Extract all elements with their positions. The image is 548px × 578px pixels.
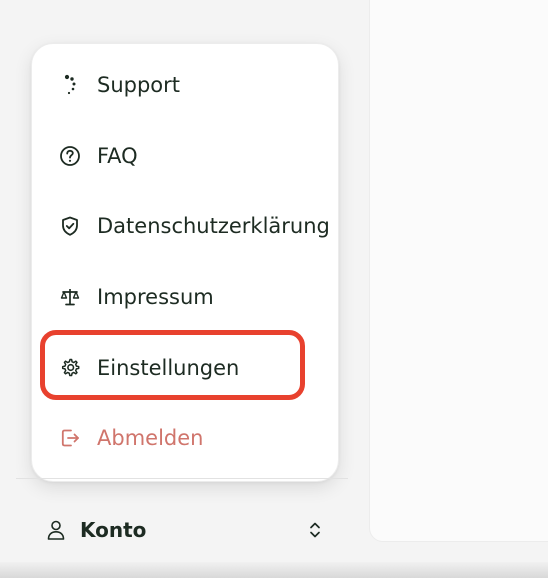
menu-item-faq[interactable]: FAQ xyxy=(58,141,138,171)
page: Support FAQ Datenschutzerklärung Impress… xyxy=(0,0,548,578)
window-bottom-edge xyxy=(0,562,548,578)
scales-icon xyxy=(58,285,82,309)
chevron-up-down-icon xyxy=(308,520,322,540)
account-menu-toggle[interactable]: Konto xyxy=(46,514,322,546)
account-label: Konto xyxy=(80,518,147,542)
menu-item-imprint[interactable]: Impressum xyxy=(58,282,214,312)
account-menu-popover: Support FAQ Datenschutzerklärung Impress… xyxy=(31,43,339,482)
menu-item-support[interactable]: Support xyxy=(58,70,180,100)
menu-item-label: Datenschutzerklärung xyxy=(97,214,330,238)
divider xyxy=(16,478,348,479)
menu-item-privacy[interactable]: Datenschutzerklärung xyxy=(58,211,330,241)
menu-item-logout[interactable]: Abmelden xyxy=(58,423,203,453)
main-content-panel xyxy=(369,0,548,542)
settings-highlight-annotation xyxy=(40,330,305,400)
user-icon xyxy=(46,519,66,541)
question-circle-icon xyxy=(58,144,82,168)
shield-check-icon xyxy=(58,214,82,238)
menu-item-label: Impressum xyxy=(97,285,214,309)
support-spinner-icon xyxy=(58,73,82,97)
logout-icon xyxy=(58,426,82,450)
menu-item-label: Abmelden xyxy=(97,426,204,450)
menu-item-label: Support xyxy=(97,73,181,97)
menu-item-label: FAQ xyxy=(97,144,138,168)
